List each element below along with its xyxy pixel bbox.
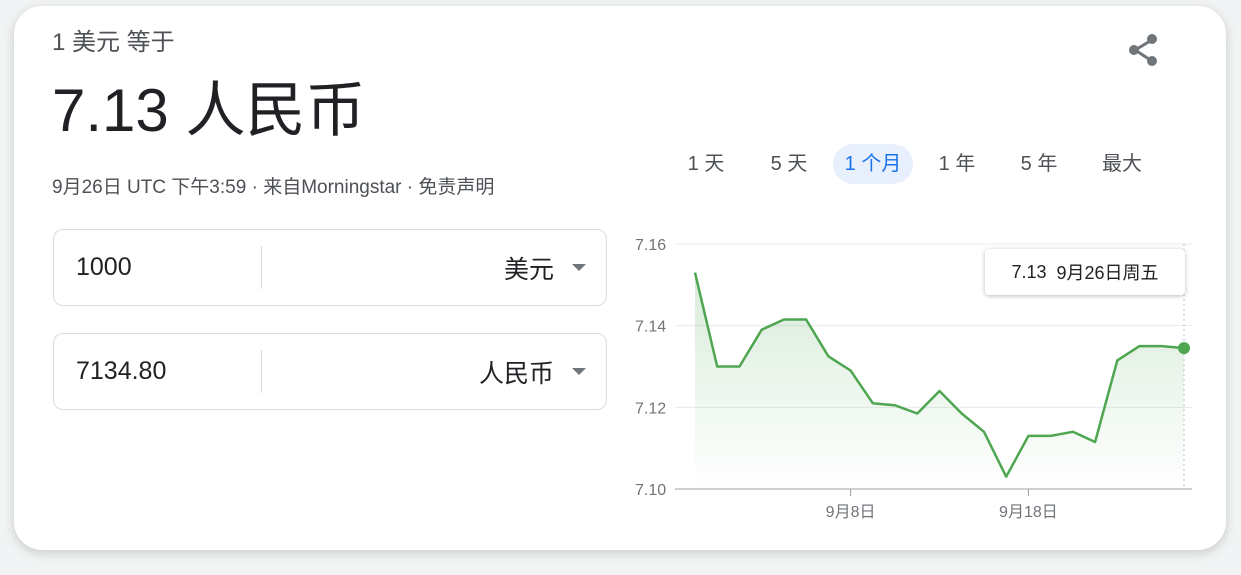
last-data-point	[1178, 342, 1190, 355]
x-tick-label: 9月8日	[826, 504, 876, 521]
x-tick-label: 9月18日	[999, 504, 1058, 521]
tooltip-date: 9月26日周五	[1056, 263, 1159, 283]
tab-1-year[interactable]: 1 年	[926, 144, 988, 184]
from-currency-row: 美元	[53, 229, 607, 306]
y-tick-label: 7.12	[635, 400, 666, 417]
share-icon	[1129, 34, 1157, 66]
separator: ·	[401, 177, 419, 198]
to-currency-row: 人民币	[53, 333, 607, 410]
caret-down-icon	[572, 368, 586, 375]
to-currency-label: 人民币	[478, 359, 554, 388]
source-info: 9月26日 UTC 下午3:59 · 来自Morningstar · 免责声明	[52, 172, 494, 199]
from-currency-label: 美元	[503, 255, 554, 284]
timestamp: 9月26日 UTC 下午3:59	[52, 177, 247, 198]
tab-max[interactable]: 最大	[1091, 144, 1153, 184]
disclaimer-link[interactable]: 免责声明	[418, 177, 494, 198]
share-button[interactable]	[1124, 30, 1164, 70]
tab-5-days[interactable]: 5 天	[758, 144, 820, 184]
from-amount-input[interactable]	[76, 230, 256, 305]
chart-tooltip: 7.13 9月26日周五	[985, 249, 1185, 295]
from-currency-select[interactable]: 美元	[504, 230, 586, 305]
tooltip-value: 7.13	[1011, 261, 1047, 282]
y-tick-label: 7.10	[635, 482, 666, 499]
conversion-result: 7.13 人民币	[52, 77, 366, 144]
separator: ·	[246, 177, 264, 198]
to-amount-input[interactable]	[76, 334, 256, 409]
tab-5-years[interactable]: 5 年	[1008, 144, 1070, 184]
source-link[interactable]: 来自Morningstar	[263, 177, 401, 198]
divider	[261, 350, 262, 393]
y-tick-label: 7.16	[635, 237, 666, 254]
tab-1-day[interactable]: 1 天	[676, 144, 736, 184]
tab-1-month[interactable]: 1 个月	[833, 144, 913, 184]
divider	[261, 246, 262, 289]
y-tick-label: 7.14	[635, 319, 666, 336]
caret-down-icon	[572, 264, 586, 271]
to-currency-select[interactable]: 人民币	[479, 334, 586, 409]
conversion-subtitle: 1 美元 等于	[52, 29, 175, 56]
